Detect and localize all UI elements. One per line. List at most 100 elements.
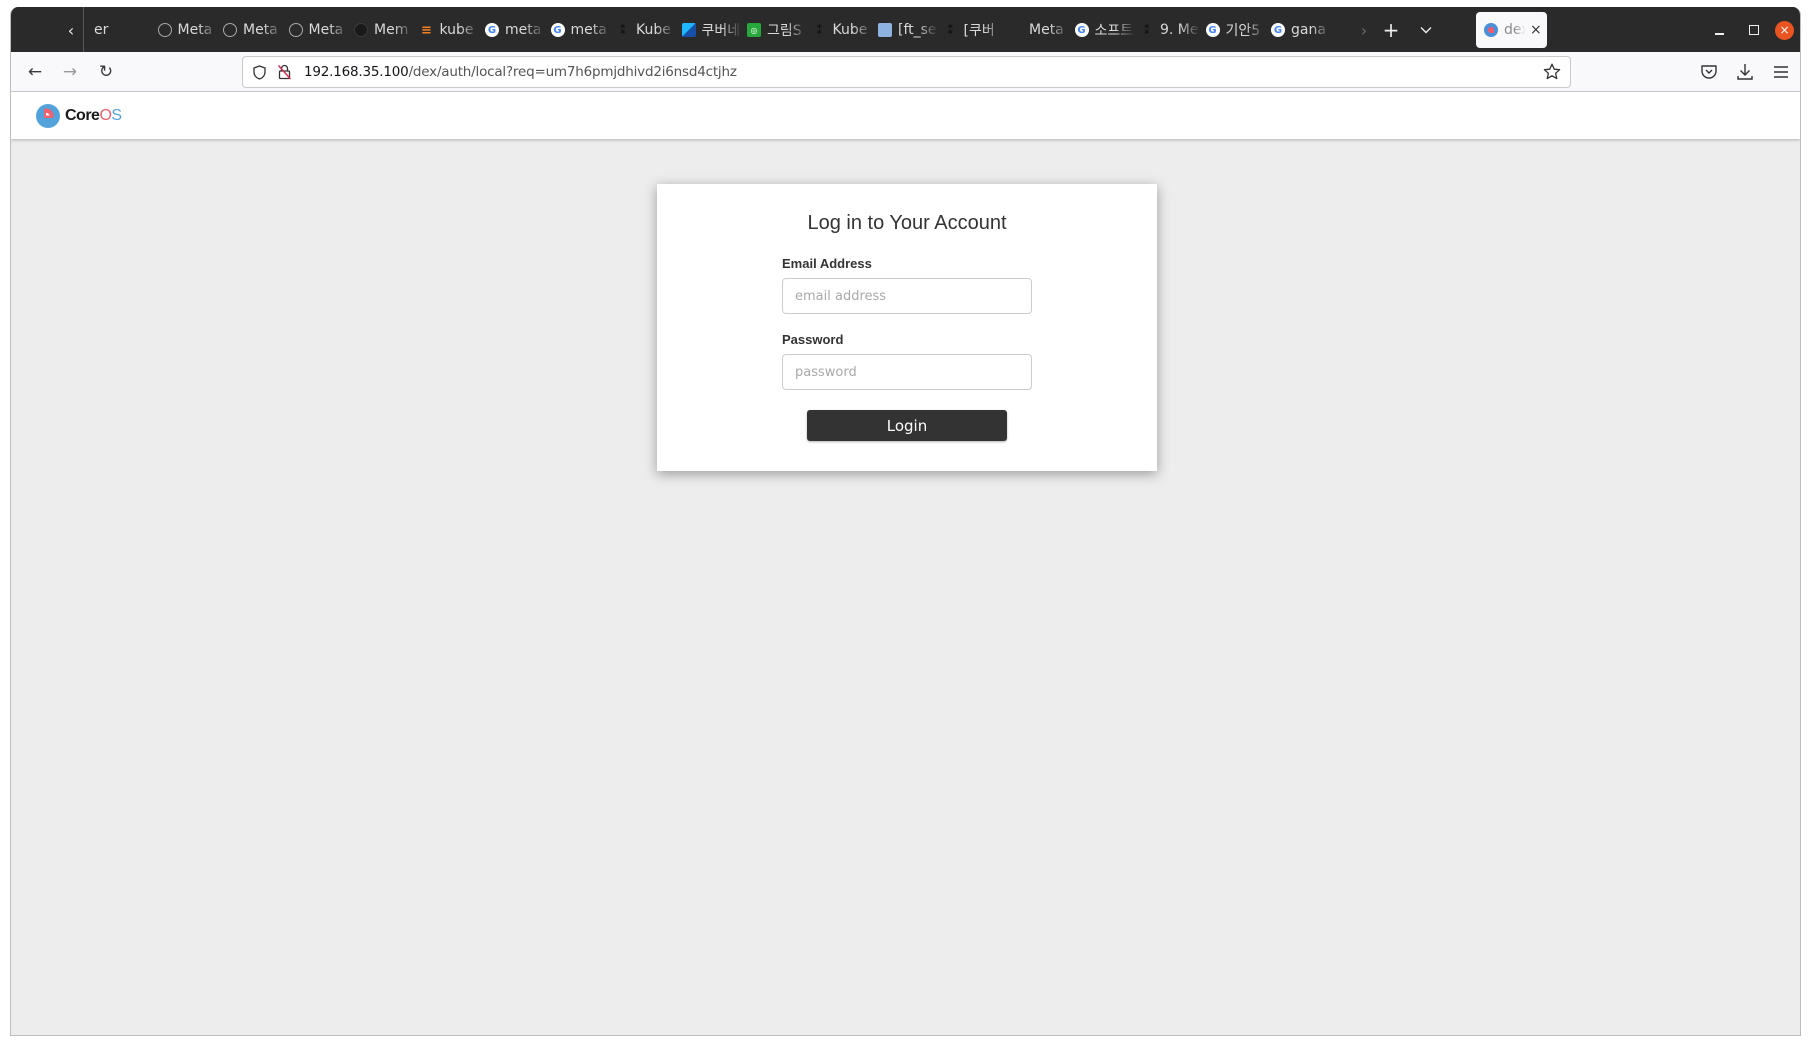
browser-tab[interactable]: ⁑ Kube	[608, 12, 682, 48]
tab-title: dex	[1504, 22, 1526, 38]
hamburger-menu-icon[interactable]	[1769, 60, 1793, 84]
window-minimize-button[interactable]	[1711, 21, 1729, 39]
browser-tab[interactable]: G 기안5	[1198, 12, 1272, 48]
browser-tab[interactable]: Ggana	[1263, 12, 1337, 48]
browser-tab[interactable]: ◎ 그림S	[739, 12, 813, 48]
browser-tab[interactable]: Meta	[281, 12, 355, 48]
reload-icon: ↻	[98, 62, 114, 82]
new-tab-button[interactable]: +	[1378, 17, 1404, 43]
url-path: /dex/auth/local?req=um7h6pmjdhivd2i6nsd4…	[408, 64, 737, 80]
insecure-lock-icon[interactable]	[277, 64, 292, 80]
browser-tab[interactable]: ≡ kube	[412, 12, 486, 48]
password-label: Password	[782, 332, 844, 347]
tab-title: kube	[439, 22, 474, 38]
login-title: Log in to Your Account	[807, 212, 1007, 234]
tab-title: Meta	[1029, 22, 1064, 38]
tracking-protection-shield-icon[interactable]	[253, 65, 266, 80]
tab-title: er	[94, 22, 109, 38]
kube-favicon-icon: ⁑	[816, 23, 823, 37]
google-favicon-icon: G	[550, 23, 565, 37]
browser-tab[interactable]: ⁑ 9. Me	[1132, 12, 1206, 48]
url-host: 192.168.35.100	[304, 64, 409, 80]
browser-tab[interactable]: G 소프트	[1067, 12, 1141, 48]
arrow-left-icon: ←	[27, 62, 43, 82]
navigation-toolbar: ← → ↻ 192.168.35.100/dex/auth/local?req=…	[11, 52, 1800, 92]
back-button[interactable]: ←	[21, 58, 49, 86]
url-text[interactable]: 192.168.35.100/dex/auth/local?req=um7h6p…	[304, 57, 737, 87]
list-all-tabs-button[interactable]	[1413, 17, 1439, 43]
tab-title: gana	[1291, 22, 1326, 38]
browser-tab[interactable]: Meta	[150, 12, 224, 48]
google-favicon-icon: G	[1074, 23, 1089, 37]
page-content: CoreOS Log in to Your Account Email Addr…	[11, 92, 1800, 1035]
tab-title: Meta	[243, 22, 278, 38]
coreos-logo-text: CoreOS	[65, 107, 122, 125]
google-favicon-icon: G	[1205, 23, 1220, 37]
dex-favicon-icon	[1484, 23, 1498, 37]
tab-scroll-left-button[interactable]: ‹	[61, 19, 81, 43]
img-favicon-icon	[878, 23, 892, 37]
forward-button[interactable]: →	[56, 58, 84, 86]
tab-scroll-right-button[interactable]: ›	[1354, 19, 1374, 43]
tab-title: Kube	[832, 22, 868, 38]
so-favicon-icon: ≡	[421, 22, 432, 38]
reload-button[interactable]: ↻	[92, 58, 120, 86]
tab-title: Meta	[177, 22, 213, 38]
pocket-icon[interactable]	[1697, 60, 1721, 84]
login-button[interactable]: Login	[807, 410, 1007, 441]
browser-window: ‹ er Meta Meta Meta Mem ≡ kube Gmeta Gmeta ⁑ Kube 쿠…	[10, 7, 1801, 1036]
page-header: CoreOS	[11, 92, 1800, 139]
browser-tab[interactable]: er	[80, 12, 154, 48]
logo-core-text: Core	[65, 107, 100, 124]
meta-favicon-icon	[288, 23, 303, 37]
tab-title: 9. Me	[1160, 22, 1199, 38]
tab-title: 그림S	[767, 23, 802, 39]
download-icon[interactable]	[1733, 60, 1757, 84]
tab-title: [쿠버	[963, 23, 995, 39]
kube-favicon-icon: ⁑	[619, 23, 627, 37]
github-favicon-icon	[354, 23, 368, 37]
google-favicon-icon: G	[485, 23, 499, 37]
password-input[interactable]	[782, 354, 1032, 390]
none-favicon-icon	[1009, 23, 1023, 37]
tab-title: 쿠버네	[701, 23, 741, 39]
arrow-right-icon: →	[62, 62, 78, 82]
browser-tab[interactable]: [ft_se	[870, 12, 944, 48]
cube-favicon-icon	[681, 23, 696, 37]
chevron-down-icon	[1420, 27, 1432, 34]
tab-title: meta	[570, 22, 607, 38]
window-close-button[interactable]: ×	[1775, 21, 1794, 40]
tab-title: meta	[505, 22, 542, 38]
browser-tab[interactable]: ⁑ [쿠버	[936, 12, 1010, 48]
bookmark-star-icon[interactable]	[1542, 62, 1562, 82]
browser-tab[interactable]: Meta	[1001, 12, 1075, 48]
login-card: Log in to Your Account Email Address Pas…	[657, 184, 1157, 471]
browser-tab[interactable]: 쿠버네	[674, 12, 748, 48]
coreos-logo[interactable]: CoreOS	[36, 103, 122, 129]
google-favicon-icon: G	[1271, 23, 1285, 37]
browser-tab[interactable]: Gmeta	[477, 12, 551, 48]
tab-list: er Meta Meta Meta Mem ≡ kube Gmeta Gmeta ⁑ Kube 쿠버네…	[84, 12, 1547, 48]
browser-tab[interactable]: Meta	[215, 12, 289, 48]
coreos-logo-icon	[36, 104, 60, 128]
green-favicon-icon: ◎	[747, 23, 761, 37]
kube-favicon-icon: ⁑	[947, 23, 954, 37]
window-maximize-button[interactable]	[1745, 21, 1763, 39]
browser-tab[interactable]: Mem	[346, 12, 420, 48]
close-tab-icon[interactable]: ×	[1530, 22, 1542, 38]
logo-s-text: S	[111, 107, 122, 124]
tab-title: 기안5	[1225, 23, 1261, 39]
logo-o-text: O	[99, 107, 112, 124]
browser-tab[interactable]: ⁑ Kube	[805, 12, 879, 48]
browser-tab-active[interactable]: dex×	[1476, 12, 1547, 48]
email-label: Email Address	[782, 256, 872, 271]
meta-favicon-icon	[157, 23, 172, 37]
tab-title: Meta	[308, 22, 344, 38]
tab-title: Kube	[636, 22, 671, 38]
tab-title: [ft_se	[898, 22, 937, 38]
tab-title: Mem	[374, 22, 409, 38]
kube-favicon-icon: ⁑	[1143, 23, 1151, 37]
browser-tab[interactable]: Gmeta	[543, 12, 617, 48]
url-bar[interactable]: 192.168.35.100/dex/auth/local?req=um7h6p…	[242, 56, 1571, 88]
email-input[interactable]	[782, 278, 1032, 314]
